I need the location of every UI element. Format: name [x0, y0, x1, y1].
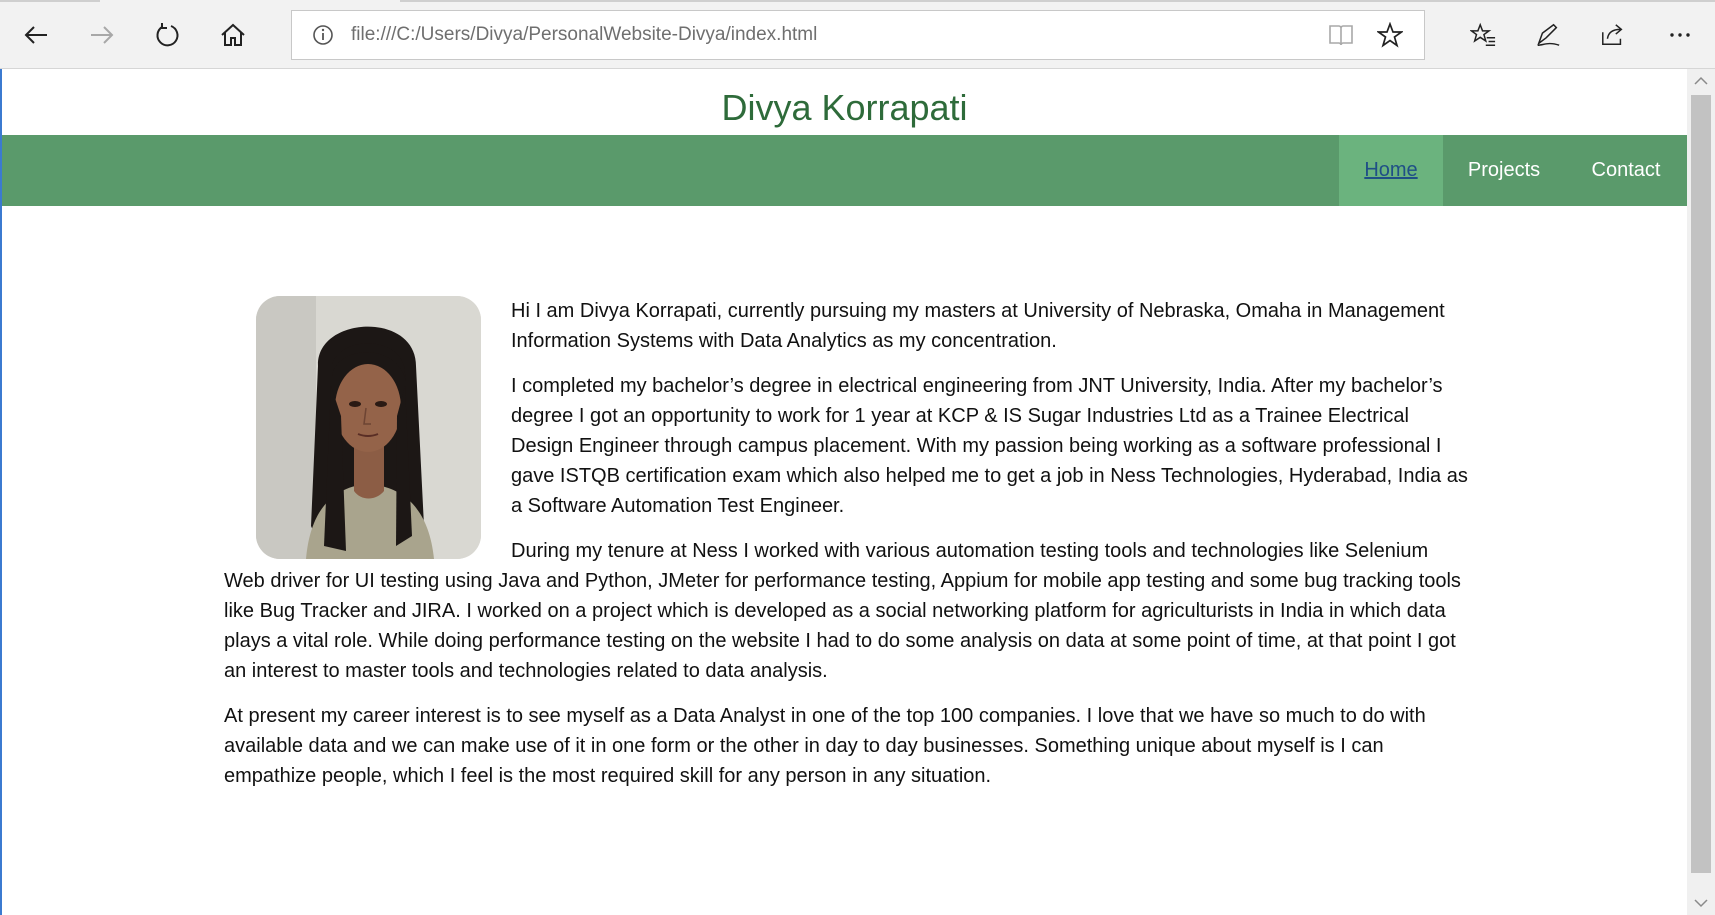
refresh-icon [156, 23, 179, 47]
scroll-down-button[interactable] [1687, 891, 1715, 915]
chevron-down-icon [1694, 899, 1708, 908]
home-button[interactable] [208, 10, 258, 60]
address-bar[interactable]: file:///C:/Users/Divya/PersonalWebsite-D… [291, 10, 1425, 60]
about-paragraph-4: At present my career interest is to see … [224, 705, 1426, 787]
reading-view-icon[interactable] [1328, 23, 1354, 47]
navbar: Home Projects Contact [2, 135, 1687, 206]
back-arrow-icon [24, 26, 47, 44]
favorite-star-icon[interactable] [1377, 22, 1403, 48]
nav-home-link[interactable]: Home [1364, 159, 1417, 181]
address-url[interactable]: file:///C:/Users/Divya/PersonalWebsite-D… [351, 11, 817, 59]
nav-contact[interactable]: Contact [1565, 135, 1687, 206]
nav-projects[interactable]: Projects [1443, 135, 1565, 206]
about-section: Hi I am Divya Korrapati, currently pursu… [224, 296, 1469, 806]
favorites-hub-button[interactable] [1458, 10, 1508, 60]
scroll-thumb[interactable] [1691, 95, 1711, 873]
profile-photo-image [256, 296, 481, 559]
browser-toolbar: file:///C:/Users/Divya/PersonalWebsite-D… [0, 0, 1715, 69]
notes-button[interactable] [1523, 10, 1573, 60]
site-title: Divya Korrapati [721, 87, 968, 128]
profile-photo [256, 296, 481, 559]
forward-button[interactable] [77, 10, 127, 60]
nav-home[interactable]: Home [1339, 135, 1443, 206]
share-button[interactable] [1588, 10, 1638, 60]
chevron-up-icon [1694, 76, 1708, 85]
tab-strip-edge [0, 0, 100, 2]
favorites-hub-icon [1470, 22, 1496, 46]
share-icon [1602, 24, 1623, 46]
forward-arrow-icon [91, 26, 114, 44]
info-icon[interactable] [312, 24, 334, 46]
pen-icon [1537, 23, 1560, 46]
more-icon [1670, 33, 1690, 37]
scroll-up-button[interactable] [1687, 69, 1715, 93]
tab-strip-edge [400, 0, 1715, 2]
more-button[interactable] [1655, 10, 1705, 60]
home-icon [221, 23, 245, 46]
back-button[interactable] [11, 10, 61, 60]
page-viewport: Divya Korrapati Home Projects Contact Hi… [2, 69, 1687, 915]
vertical-scrollbar[interactable] [1687, 69, 1715, 915]
refresh-button[interactable] [142, 10, 192, 60]
